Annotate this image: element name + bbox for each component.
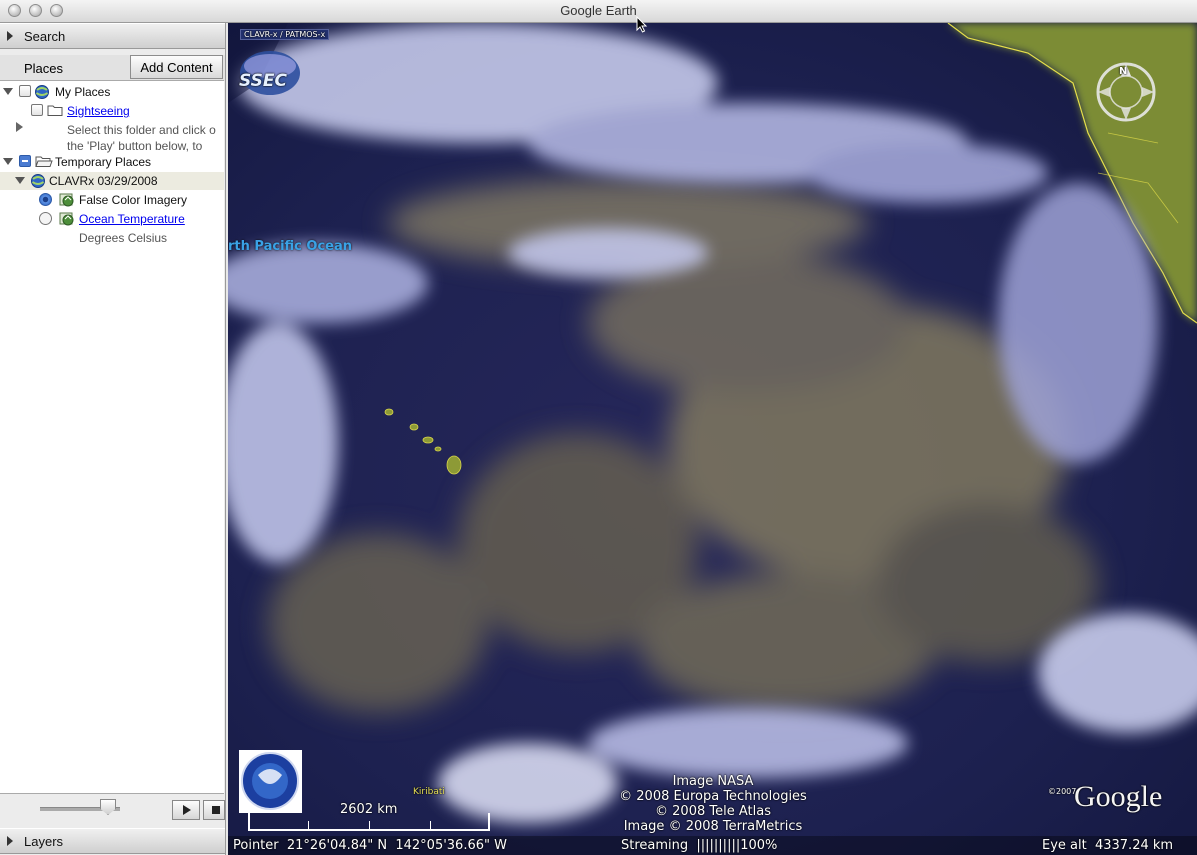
my-places-checkbox[interactable] <box>19 85 31 97</box>
stop-tour-button[interactable] <box>203 800 225 820</box>
tree-item-false-color-imagery[interactable]: False Color Imagery <box>0 191 224 209</box>
layers-panel-label: Layers <box>24 834 64 849</box>
earth-3d-view[interactable]: CLAVR-x / PATMOS-x SSEC N rth Pacific Oc… <box>228 23 1197 855</box>
tree-item-label: My Places <box>55 85 111 99</box>
search-panel-label: Search <box>24 29 66 44</box>
credit-line: © 2008 Europa Technologies <box>619 789 807 804</box>
tree-item-description: Select this folder and click o the 'Play… <box>0 121 224 155</box>
scale-bar <box>248 813 490 831</box>
add-content-button[interactable]: Add Content <box>130 55 223 79</box>
status-bar: Pointer 21°26'04.84" N 142°05'36.66" W S… <box>228 836 1197 855</box>
description-line-2: the 'Play' button below, to <box>67 139 203 153</box>
tree-item-sightseeing[interactable]: Sightseeing <box>0 102 224 120</box>
expand-right-icon <box>7 836 13 846</box>
tour-controls <box>0 794 225 826</box>
tree-item-clavrx[interactable]: CLAVRx 03/29/2008 <box>0 172 224 190</box>
tree-item-label: False Color Imagery <box>79 193 188 207</box>
pointer-coordinates: Pointer 21°26'04.84" N 142°05'36.66" W <box>233 838 507 853</box>
folder-icon <box>47 105 63 116</box>
tree-item-my-places[interactable]: My Places <box>0 83 224 101</box>
kiribati-label: Kiribati <box>413 787 445 797</box>
streaming-status: Streaming ||||||||||100% <box>621 838 778 853</box>
imagery-credits: Image NASA © 2008 Europa Technologies © … <box>598 774 828 834</box>
credit-line: © 2008 Tele Atlas <box>655 804 771 819</box>
ocean-temperature-link[interactable]: Ocean Temperature <box>79 212 185 226</box>
compass-north-label: N <box>1119 66 1128 77</box>
google-logo: Google <box>1074 780 1163 813</box>
collapse-triangle-icon[interactable] <box>3 88 13 95</box>
ocean-temperature-radio[interactable] <box>39 212 52 225</box>
tree-item-label: Temporary Places <box>55 155 152 169</box>
places-tree[interactable]: My Places Sightseeing Select this folder… <box>0 80 224 794</box>
tree-item-degrees-celsius: Degrees Celsius <box>0 229 224 247</box>
false-color-radio[interactable] <box>39 193 52 206</box>
places-panel-label: Places <box>24 61 64 76</box>
folder-open-icon <box>35 156 53 167</box>
ssec-logo-text: SSEC <box>239 71 287 91</box>
google-copyright-year: ©2007 <box>1048 787 1077 796</box>
sightseeing-checkbox[interactable] <box>31 104 43 116</box>
mouse-cursor-icon <box>636 16 648 33</box>
tree-item-label: Degrees Celsius <box>79 231 168 245</box>
eye-altitude: Eye alt 4337.24 km <box>1042 838 1174 853</box>
layers-panel-header[interactable]: Layers <box>0 828 225 854</box>
overlay-icon <box>59 193 74 207</box>
collapse-triangle-icon[interactable] <box>3 158 13 165</box>
sidebar: Search Places Add Content My Places Sigh… <box>0 23 226 855</box>
globe-icon <box>35 85 49 99</box>
title-bar: Google Earth <box>0 0 1197 23</box>
imagery-banner: CLAVR-x / PATMOS-x <box>240 29 330 40</box>
satellite-imagery <box>228 23 1197 855</box>
sightseeing-link[interactable]: Sightseeing <box>67 104 130 118</box>
play-tour-button[interactable] <box>172 800 200 820</box>
tour-speed-slider-thumb[interactable] <box>100 799 116 815</box>
places-panel-header: Places Add Content <box>0 55 225 81</box>
search-panel-header[interactable]: Search <box>0 23 225 49</box>
expand-triangle-icon[interactable] <box>16 122 23 132</box>
expand-right-icon <box>7 31 13 41</box>
globe-icon <box>31 174 45 188</box>
tree-item-label: CLAVRx 03/29/2008 <box>49 174 158 188</box>
credit-line: Image NASA <box>672 774 754 789</box>
window-title: Google Earth <box>560 3 637 18</box>
collapse-triangle-icon[interactable] <box>15 177 25 184</box>
ocean-label: rth Pacific Ocean <box>228 239 352 254</box>
credit-line: Image © 2008 TerraMetrics <box>623 819 803 834</box>
tree-item-temporary-places[interactable]: Temporary Places <box>0 153 224 171</box>
tree-item-ocean-temperature[interactable]: Ocean Temperature <box>0 210 224 228</box>
overlay-icon <box>59 212 74 226</box>
temporary-places-checkbox[interactable] <box>19 155 31 167</box>
description-line-1: Select this folder and click o <box>67 123 216 137</box>
